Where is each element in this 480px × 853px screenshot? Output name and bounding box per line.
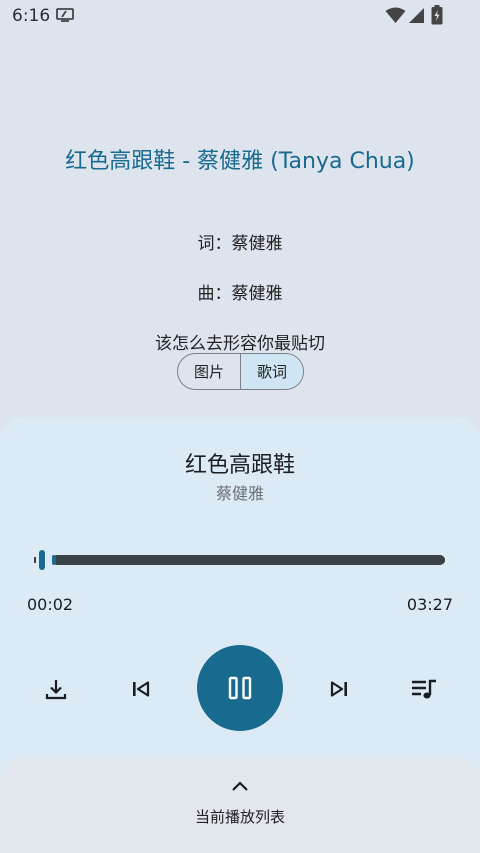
progress-thumb[interactable]	[39, 550, 45, 570]
progress-fill	[52, 555, 56, 565]
progress-end-tick	[440, 557, 445, 563]
download-button[interactable]	[36, 669, 76, 709]
current-lyric-line: 该怎么去形容你最贴切	[155, 334, 325, 354]
playlist-label: 当前播放列表	[194, 808, 285, 826]
total-time: 03:27	[406, 595, 453, 614]
progress-track[interactable]	[52, 555, 445, 565]
notification-icon	[56, 8, 74, 22]
lyricist-line: 词：蔡健雅	[197, 234, 283, 254]
previous-button[interactable]	[121, 669, 161, 709]
view-toggle: 图片 歌词	[177, 353, 304, 390]
battery-icon	[431, 5, 443, 25]
chevron-up-icon	[232, 781, 248, 791]
play-pause-button[interactable]	[197, 645, 283, 731]
wifi-icon	[385, 7, 406, 23]
pause-icon	[228, 676, 252, 700]
skip-previous-icon	[133, 681, 150, 697]
progress-start-tick	[34, 557, 36, 563]
current-playlist-bar[interactable]: 当前播放列表	[0, 757, 480, 853]
toggle-picture[interactable]: 图片	[178, 354, 240, 389]
elapsed-time: 00:02	[27, 595, 74, 614]
track-title: 红色高跟鞋	[184, 453, 295, 478]
queue-button[interactable]	[404, 669, 444, 709]
toggle-lyrics[interactable]: 歌词	[240, 354, 303, 389]
next-button[interactable]	[319, 669, 359, 709]
lyrics-song-title: 红色高跟鞋 - 蔡健雅 (Tanya Chua)	[65, 149, 415, 174]
queue-music-icon	[412, 679, 436, 699]
track-artist: 蔡健雅	[215, 484, 264, 503]
skip-next-icon	[330, 681, 347, 697]
composer-line: 曲：蔡健雅	[197, 284, 283, 304]
status-bar: 6:16	[0, 0, 480, 34]
signal-icon	[409, 8, 424, 23]
status-time: 6:16	[12, 6, 51, 26]
download-icon	[45, 680, 67, 700]
